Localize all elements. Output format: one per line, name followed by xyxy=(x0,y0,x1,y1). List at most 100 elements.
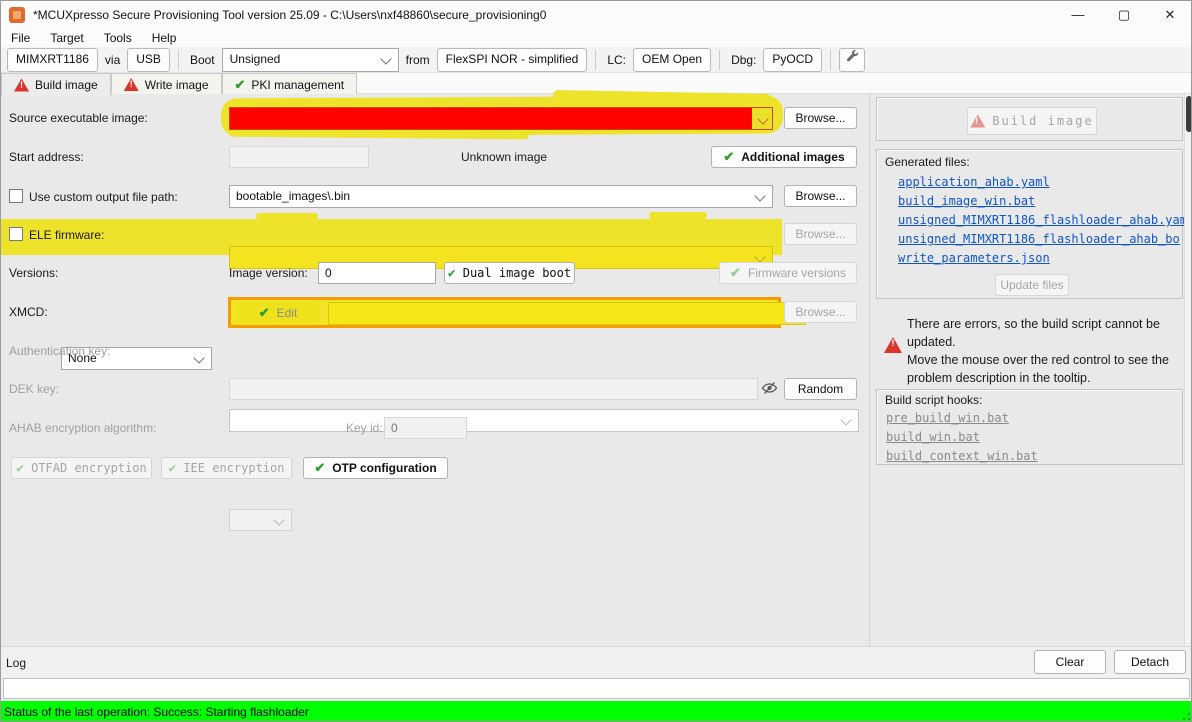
highlight-marker xyxy=(256,213,318,219)
menu-tools[interactable]: Tools xyxy=(94,29,142,47)
life-cycle-button[interactable]: OEM Open xyxy=(633,48,711,72)
scrollbar-track[interactable] xyxy=(1184,94,1192,646)
otp-configuration-button[interactable]: ✔ OTP configuration xyxy=(303,457,448,479)
menu-file[interactable]: File xyxy=(1,29,40,47)
custom-output-checkbox[interactable] xyxy=(9,189,23,203)
image-version-label: Image version: xyxy=(229,266,308,280)
toolbar-separator xyxy=(830,50,831,70)
lc-label: LC: xyxy=(607,53,626,67)
eye-slash-icon xyxy=(761,380,778,399)
log-output[interactable] xyxy=(3,678,1190,699)
ele-firmware-browse-button: Browse... xyxy=(784,223,857,245)
log-clear-button[interactable]: Clear xyxy=(1034,650,1106,674)
highlight-marker xyxy=(229,129,529,140)
warning-icon xyxy=(884,337,902,353)
custom-output-label: Use custom output file path: xyxy=(9,189,178,204)
xmcd-browse-button: Browse... xyxy=(784,301,857,323)
start-address-field xyxy=(229,146,369,168)
generated-file-link[interactable]: write_parameters.json xyxy=(898,251,1050,265)
error-line-1: There are errors, so the build script ca… xyxy=(907,317,1160,349)
log-label: Log xyxy=(6,656,26,670)
tab-pki-management[interactable]: ✔ PKI management xyxy=(222,73,358,95)
toolbar: MIMXRT1186 via USB Boot Unsigned from Fl… xyxy=(1,47,1192,73)
xmcd-path-combo xyxy=(328,302,806,325)
source-image-combo[interactable] xyxy=(229,107,773,130)
resize-grip-icon[interactable] xyxy=(1181,711,1191,721)
hook-file-link: build_context_win.bat xyxy=(886,449,1038,463)
panel-divider xyxy=(869,94,870,646)
toolbar-separator xyxy=(595,50,596,70)
generated-file-link[interactable]: unsigned_MIMXRT1186_flashloader_ahab.yam… xyxy=(898,213,1192,227)
boot-type-combo[interactable]: Unsigned xyxy=(222,48,399,72)
via-label: via xyxy=(105,53,120,67)
ele-firmware-label: ELE firmware: xyxy=(9,227,104,242)
log-detach-button[interactable]: Detach xyxy=(1114,650,1186,674)
auth-key-label: Authentication key: xyxy=(9,344,110,358)
random-dek-button[interactable]: Random xyxy=(784,378,857,400)
check-icon: ✔ xyxy=(16,461,24,476)
hook-file-link: build_win.bat xyxy=(886,430,980,444)
generated-files-title: Generated files: xyxy=(885,155,970,169)
menu-target[interactable]: Target xyxy=(40,29,93,47)
app-window: *MCUXpresso Secure Provisioning Tool ver… xyxy=(0,0,1192,722)
menu-bar: File Target Tools Help xyxy=(1,29,1192,47)
check-icon: ✔ xyxy=(235,77,246,93)
scrollbar-thumb[interactable] xyxy=(1186,96,1192,132)
build-image-panel: Source executable image: Browse... Start… xyxy=(1,94,1192,646)
chevron-down-icon xyxy=(754,251,765,262)
additional-images-button[interactable]: ✔ Additional images xyxy=(711,146,857,168)
check-icon: ✔ xyxy=(723,149,734,165)
xmcd-edit-button[interactable]: ✔ Edit xyxy=(236,302,320,324)
generated-file-link[interactable]: unsigned_MIMXRT1186_flashloader_ahab_boo… xyxy=(898,232,1180,246)
chevron-down-icon xyxy=(757,113,768,124)
tab-build-image[interactable]: Build image xyxy=(1,73,111,96)
debugger-button[interactable]: PyOCD xyxy=(763,48,822,72)
check-icon: ✔ xyxy=(730,265,741,281)
dbg-label: Dbg: xyxy=(731,53,756,67)
hook-file-link: pre_build_win.bat xyxy=(886,411,1009,425)
generated-file-link[interactable]: application_ahab.yaml xyxy=(898,175,1050,189)
source-image-browse-button[interactable]: Browse... xyxy=(784,107,857,129)
auth-key-combo[interactable] xyxy=(229,409,859,432)
source-image-label: Source executable image: xyxy=(9,111,148,125)
chevron-down-icon xyxy=(840,414,851,425)
build-image-button: Build image xyxy=(967,107,1097,135)
build-hooks-group: Build script hooks: pre_build_win.bat bu… xyxy=(876,389,1183,465)
dek-key-field xyxy=(229,378,758,400)
xmcd-highlight-group: ✔ Edit xyxy=(228,297,781,328)
menu-help[interactable]: Help xyxy=(142,29,187,47)
connection-button[interactable]: USB xyxy=(127,48,170,72)
settings-button[interactable] xyxy=(839,48,865,72)
ahab-algorithm-label: AHAB encryption algorithm: xyxy=(9,421,156,435)
output-path-combo[interactable]: bootable_images\.bin xyxy=(229,185,773,208)
xmcd-label: XMCD: xyxy=(9,305,48,319)
image-version-field[interactable] xyxy=(318,262,436,284)
title-bar: *MCUXpresso Secure Provisioning Tool ver… xyxy=(1,1,1192,29)
status-bar: Status of the last operation: Success: S… xyxy=(1,701,1192,722)
firmware-versions-button: ✔ Firmware versions xyxy=(719,262,857,284)
processor-button[interactable]: MIMXRT1186 xyxy=(7,48,98,72)
error-line-2: Move the mouse over the red control to s… xyxy=(907,353,1169,385)
generated-files-group: Generated files: application_ahab.yaml b… xyxy=(876,149,1183,299)
output-path-browse-button[interactable]: Browse... xyxy=(784,185,857,207)
build-hooks-title: Build script hooks: xyxy=(885,393,982,407)
chevron-down-icon xyxy=(273,514,284,525)
tab-write-image[interactable]: Write image xyxy=(111,73,222,95)
chevron-down-icon xyxy=(754,190,765,201)
close-button[interactable]: ✕ xyxy=(1147,1,1192,29)
highlight-marker xyxy=(649,212,707,219)
app-icon xyxy=(9,7,25,23)
warning-icon xyxy=(14,79,29,92)
start-address-label: Start address: xyxy=(9,150,84,164)
maximize-button[interactable]: ▢ xyxy=(1101,1,1147,29)
dual-image-boot-button[interactable]: ✔ Dual image boot xyxy=(444,262,575,284)
ele-firmware-checkbox[interactable] xyxy=(9,227,23,241)
minimize-button[interactable]: — xyxy=(1055,1,1101,29)
key-id-label: Key id: xyxy=(346,421,383,435)
boot-memory-button[interactable]: FlexSPI NOR - simplified xyxy=(437,48,588,72)
status-text: Status of the last operation: Success: S… xyxy=(4,705,309,719)
versions-label: Versions: xyxy=(9,266,58,280)
generated-file-link[interactable]: build_image_win.bat xyxy=(898,194,1035,208)
check-icon: ✔ xyxy=(448,266,456,281)
warning-icon xyxy=(970,115,985,128)
